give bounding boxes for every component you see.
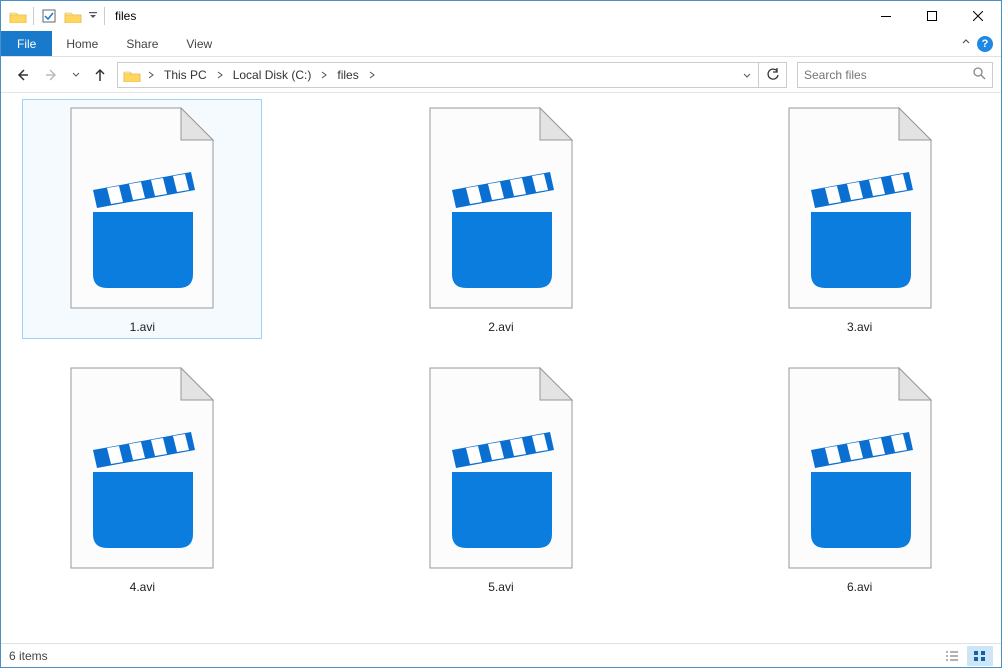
ribbon-collapse-icon[interactable] (961, 37, 971, 50)
ribbon-tab-file[interactable]: File (1, 31, 52, 56)
close-button[interactable] (955, 1, 1001, 31)
file-item[interactable]: 6.avi (740, 359, 980, 599)
file-item-label: 2.avi (488, 320, 513, 334)
navigation-bar: This PC Local Disk (C:) files (1, 57, 1001, 93)
quick-access-toolbar: files (1, 5, 136, 27)
file-item-label: 1.avi (130, 320, 155, 334)
ribbon-tab-share[interactable]: Share (112, 31, 172, 56)
minimize-button[interactable] (863, 1, 909, 31)
explorer-window: files File Home Share View ? (0, 0, 1002, 668)
chevron-right-icon[interactable] (213, 70, 227, 80)
file-item[interactable]: 2.avi (381, 99, 621, 339)
qat-customize-dropdown[interactable] (86, 5, 100, 27)
breadcrumb-folder[interactable]: files (331, 63, 364, 87)
view-details-button[interactable] (939, 646, 965, 666)
ribbon-tab-home[interactable]: Home (52, 31, 112, 56)
chevron-right-icon[interactable] (317, 70, 331, 80)
search-box[interactable] (797, 62, 993, 88)
video-file-icon (62, 364, 222, 574)
file-item-label: 4.avi (130, 580, 155, 594)
search-icon (972, 66, 986, 83)
ribbon-tab-view[interactable]: View (172, 31, 226, 56)
nav-forward-button[interactable] (39, 62, 65, 88)
search-input[interactable] (804, 68, 972, 82)
refresh-button[interactable] (759, 62, 787, 88)
maximize-button[interactable] (909, 1, 955, 31)
qat-folder-icon[interactable] (7, 5, 29, 27)
nav-history-dropdown[interactable] (69, 62, 83, 88)
chevron-right-icon[interactable] (365, 70, 379, 80)
file-item-label: 3.avi (847, 320, 872, 334)
video-file-icon (62, 104, 222, 314)
chevron-right-icon[interactable] (144, 70, 158, 80)
video-file-icon (421, 104, 581, 314)
status-item-count: 6 items (9, 649, 48, 663)
file-item[interactable]: 4.avi (22, 359, 262, 599)
file-item[interactable]: 1.avi (22, 99, 262, 339)
video-file-icon (780, 364, 940, 574)
file-item-label: 5.avi (488, 580, 513, 594)
separator (33, 7, 34, 25)
breadcrumb-this-pc[interactable]: This PC (158, 63, 213, 87)
ribbon-tabs: File Home Share View ? (1, 31, 1001, 57)
title-bar: files (1, 1, 1001, 31)
separator (104, 7, 105, 25)
window-controls (863, 1, 1001, 31)
file-item-label: 6.avi (847, 580, 872, 594)
nav-up-button[interactable] (87, 62, 113, 88)
window-title: files (115, 9, 136, 23)
nav-back-button[interactable] (9, 62, 35, 88)
file-item[interactable]: 3.avi (740, 99, 980, 339)
qat-newfolder-icon[interactable] (62, 5, 84, 27)
breadcrumb-folder-icon[interactable] (122, 65, 142, 85)
view-icons-button[interactable] (967, 646, 993, 666)
video-file-icon (421, 364, 581, 574)
qat-properties-icon[interactable] (38, 5, 60, 27)
breadcrumb-drive[interactable]: Local Disk (C:) (227, 63, 318, 87)
video-file-icon (780, 104, 940, 314)
address-bar[interactable]: This PC Local Disk (C:) files (117, 62, 759, 88)
file-list[interactable]: 1.avi 2.avi 3.avi 4.avi 5.avi 6.avi (1, 93, 1001, 643)
help-icon[interactable]: ? (977, 36, 993, 52)
file-item[interactable]: 5.avi (381, 359, 621, 599)
address-dropdown-icon[interactable] (742, 70, 756, 80)
status-bar: 6 items (1, 643, 1001, 667)
